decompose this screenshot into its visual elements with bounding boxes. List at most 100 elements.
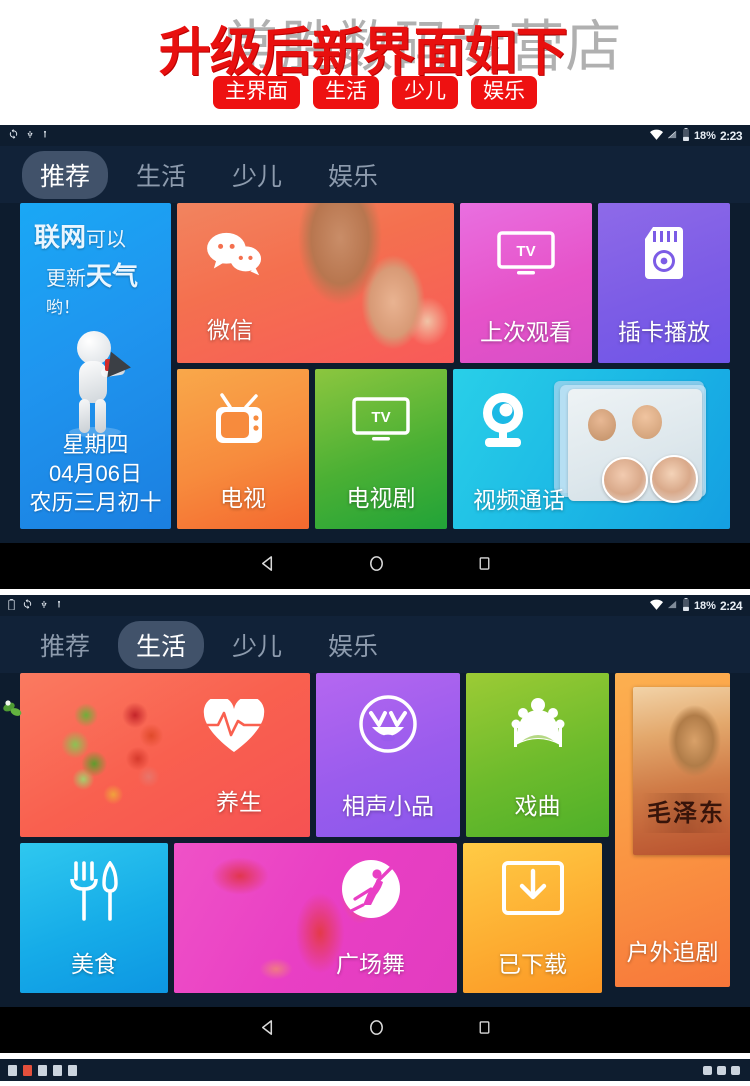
back-triangle-icon[interactable] [258, 554, 277, 578]
tab-kids[interactable]: 少儿 [214, 151, 300, 199]
weather-prompt-2c: 哟！ [46, 298, 80, 317]
promo-tag-list: 主界面 生活 少儿 娱乐 [0, 76, 750, 110]
device-screenshot-partial [0, 1059, 750, 1081]
tile-label-square-dance: 广场舞 [336, 951, 405, 977]
tile-grid-home: 联网可以 更新天气哟！ 星期四 04月06日 农历三月初十 微信 TV 上次观看… [0, 203, 750, 543]
recents-square-icon[interactable] [476, 555, 493, 577]
tile-health[interactable]: 养生 [20, 673, 310, 837]
tab-life[interactable]: 生活 [118, 151, 204, 199]
android-nav-bar-life [0, 1007, 750, 1053]
tile-label-downloaded: 已下载 [498, 951, 567, 977]
battery-percent-life: 18% [693, 599, 716, 612]
tile-label-video-call: 视频通话 [473, 487, 565, 513]
usb-debug-icon [55, 598, 63, 614]
date-text: 04月06日 [49, 460, 142, 486]
sync-icon [22, 598, 33, 613]
tile-square-dance[interactable]: 广场舞 [174, 843, 457, 993]
tab-kids[interactable]: 少儿 [214, 621, 300, 669]
tile-label-outdoor-drama: 户外追剧 [626, 939, 719, 965]
tab-life[interactable]: 生活 [118, 620, 205, 669]
tile-sdcard-play[interactable]: 插卡播放 [598, 203, 730, 363]
tv-monitor-icon: TV [350, 395, 412, 450]
tile-label-health: 养生 [216, 789, 262, 815]
tile-downloaded[interactable]: 已下载 [463, 843, 602, 993]
lunar-text: 农历三月初十 [29, 489, 162, 515]
clock-life: 2:24 [719, 598, 743, 613]
usb-icon [40, 598, 48, 614]
usb-debug-icon [41, 128, 49, 144]
promo-header: 常胜数码专营店 升级后新界面如下 主界面 生活 少儿 娱乐 [0, 0, 750, 125]
wifi-icon [649, 129, 663, 143]
recents-square-icon[interactable] [476, 1019, 493, 1041]
drama-poster-icon: 毛泽东 [633, 687, 730, 855]
weather-column: 联网可以 更新天气哟！ 星期四 04月06日 农历三月初十 [20, 203, 171, 529]
wifi-icon [649, 599, 663, 613]
tile-grid-life: 养生 相声小品 戏曲 美食 广场舞 已下载 毛泽东 户外追剧 [0, 673, 750, 1007]
webcam-icon [475, 389, 531, 454]
poster-title: 毛泽东 [641, 793, 730, 833]
opera-crown-icon [506, 697, 570, 756]
megaphone-figure-icon [51, 327, 141, 437]
tab-recommend[interactable]: 推荐 [22, 150, 109, 199]
weather-prompt-2a: 更新 [46, 268, 86, 290]
status-bar-partial-right [703, 1066, 740, 1075]
tile-label-sdcard-play: 插卡播放 [618, 319, 710, 345]
tab-recommend[interactable]: 推荐 [22, 621, 108, 669]
home-circle-icon[interactable] [367, 1018, 386, 1042]
retro-tv-icon [212, 393, 274, 452]
tile-tv-drama[interactable]: TV 电视剧 [315, 369, 447, 529]
tile-label-tv-drama: 电视剧 [346, 485, 416, 511]
android-nav-bar-home [0, 543, 750, 589]
fork-knife-icon [68, 860, 120, 926]
dancer-circle-icon [341, 859, 401, 924]
signal-icon [667, 129, 678, 143]
status-bar-partial-icons [8, 1065, 77, 1076]
tile-label-tv: 电视 [220, 485, 266, 511]
tile-tv[interactable]: 电视 [177, 369, 309, 529]
tile-last-watched[interactable]: TV 上次观看 [460, 203, 592, 363]
tile-opera[interactable]: 戏曲 [466, 673, 609, 837]
tile-wechat[interactable]: 微信 [177, 203, 454, 363]
tab-entertainment[interactable]: 娱乐 [310, 621, 396, 669]
vegetable-heart-photo [48, 687, 184, 815]
family-photo-stack [546, 381, 714, 507]
usb-icon [26, 128, 34, 144]
tile-outdoor-drama[interactable]: 毛泽东 户外追剧 [615, 673, 730, 987]
hands-photo [264, 203, 454, 363]
weather-prompt-line1: 联网可以 [34, 217, 126, 254]
promo-title: 升级后新界面如下 [158, 24, 568, 82]
tab-bar-home: 推荐 生活 少儿 娱乐 [0, 146, 750, 203]
date-block: 星期四 04月06日 农历三月初十 [29, 430, 161, 517]
svg-text:TV: TV [516, 243, 535, 260]
tile-label-food: 美食 [71, 951, 117, 977]
home-circle-icon[interactable] [367, 554, 386, 578]
tile-food[interactable]: 美食 [20, 843, 168, 993]
signal-icon [667, 599, 678, 613]
tile-comedy-sketch[interactable]: 相声小品 [316, 673, 460, 837]
tile-label-wechat: 微信 [207, 317, 253, 343]
clock-home: 2:23 [719, 128, 743, 143]
tile-video-call[interactable]: 视频通话 [453, 369, 730, 529]
promo-tag-kids[interactable]: 少儿 [392, 76, 458, 110]
tile-label-comedy-sketch: 相声小品 [342, 793, 434, 819]
device-screenshot-home: 18% 2:23 推荐 生活 少儿 娱乐 联网可以 更新天气哟！ 星期四 04月… [0, 125, 750, 589]
weather-prompt-2b: 天气 [86, 261, 139, 291]
sdcard-gear-icon [641, 225, 687, 286]
tab-entertainment[interactable]: 娱乐 [310, 151, 396, 199]
tile-weather-date[interactable]: 联网可以 更新天气哟！ 星期四 04月06日 农历三月初十 [20, 203, 171, 529]
promo-tag-life[interactable]: 生活 [313, 76, 379, 110]
status-bar-home: 18% 2:23 [0, 125, 750, 146]
back-triangle-icon[interactable] [258, 1018, 277, 1042]
battery-small-icon [8, 598, 15, 613]
sync-icon [8, 128, 19, 143]
tv-monitor-icon: TV [495, 229, 557, 284]
battery-percent-home: 18% [693, 129, 716, 142]
battery-icon [682, 597, 690, 614]
weather-prompt-line2: 更新天气哟！ [46, 256, 171, 319]
promo-tag-enter[interactable]: 娱乐 [471, 76, 537, 110]
weather-prompt-1a: 联网 [34, 222, 87, 252]
promo-tag-main[interactable]: 主界面 [213, 76, 300, 110]
device-screenshot-life: 18% 2:24 推荐 生活 少儿 娱乐 养生 相声小品 戏曲 美食 广场舞 已… [0, 595, 750, 1053]
tile-label-opera: 戏曲 [514, 793, 561, 819]
tab-bar-life: 推荐 生活 少儿 娱乐 [0, 616, 750, 673]
